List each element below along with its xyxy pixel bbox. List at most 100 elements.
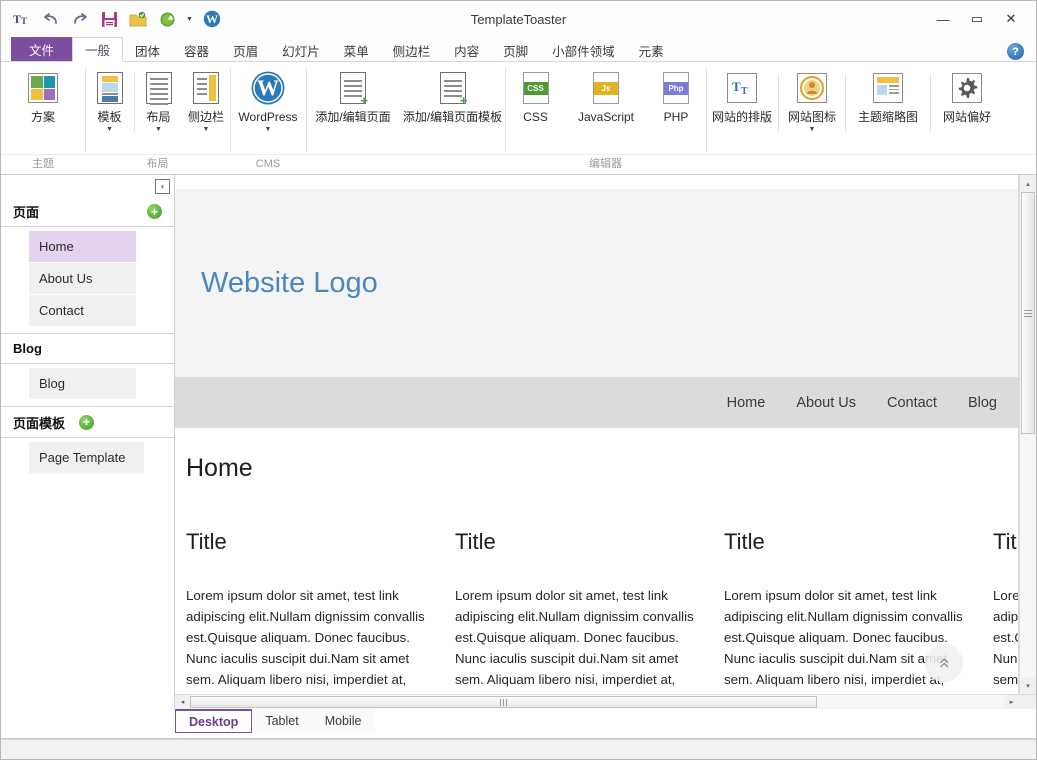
tab-sidebar[interactable]: 侧边栏 <box>381 38 443 62</box>
ribbon-item-scheme[interactable]: 方案 <box>1 68 85 124</box>
sidebar-item-about-us[interactable]: About Us <box>29 263 136 295</box>
horizontal-scroll-track[interactable] <box>190 695 1004 709</box>
add-page-button[interactable]: + <box>147 204 162 219</box>
ribbon-item-favicon[interactable]: 网站图标 ▼ <box>779 68 845 134</box>
scroll-to-top-icon[interactable]: « <box>925 644 963 682</box>
tab-menu[interactable]: 菜单 <box>332 38 381 62</box>
ribbon-item-label: WordPress <box>238 110 297 124</box>
column-body[interactable]: Lorem ipsum dolor sit amet, test link ad… <box>455 585 710 694</box>
vertical-scroll-thumb[interactable] <box>1021 192 1035 434</box>
wordpress-icon: W <box>250 70 286 106</box>
preview-row: Website Logo Home About Us Contact Blog … <box>175 175 1036 694</box>
ribbon-item-label: 添加/编辑页面 <box>315 110 390 124</box>
column-title[interactable]: Title <box>455 529 710 555</box>
ribbon-item-label: JavaScript <box>578 110 634 124</box>
redo-icon[interactable] <box>69 8 91 30</box>
wordpress-icon[interactable]: W <box>201 8 223 30</box>
ribbon-item-add-edit-page-template[interactable]: + 添加/编辑页面模板 <box>400 68 505 124</box>
site-nav[interactable]: Home About Us Contact Blog <box>175 377 1019 428</box>
tab-general[interactable]: 一般 <box>72 37 123 62</box>
tab-header[interactable]: 页眉 <box>221 38 270 62</box>
column-title[interactable]: Title <box>724 529 979 555</box>
css-icon: CSS <box>523 70 549 106</box>
device-tab-tablet[interactable]: Tablet <box>252 709 311 733</box>
column-title[interactable]: Title <box>186 529 441 555</box>
font-size-icon[interactable]: T T <box>11 8 33 30</box>
sidebar-section-pages: 页面 + <box>1 197 174 227</box>
column-body[interactable]: Lorem ipsum dolor sit amet, test link ad… <box>993 585 1019 694</box>
scroll-left-button[interactable]: ◂ <box>175 695 190 709</box>
content-column[interactable]: Title Lorem ipsum dolor sit amet, test l… <box>993 529 1019 694</box>
chevron-down-icon[interactable]: ▼ <box>106 125 113 134</box>
chevron-down-icon[interactable]: ▼ <box>155 125 162 134</box>
browser-dropdown-caret-icon[interactable]: ▼ <box>185 8 194 30</box>
tab-footer[interactable]: 页脚 <box>491 38 540 62</box>
ribbon-item-php[interactable]: Php PHP <box>646 68 706 124</box>
page-title[interactable]: Home <box>186 454 1019 483</box>
sidebar-item-blog[interactable]: Blog <box>29 368 136 400</box>
minimize-button[interactable]: — <box>926 4 960 34</box>
ribbon-item-css[interactable]: CSS CSS <box>505 68 566 124</box>
tab-group[interactable]: 团体 <box>123 38 172 62</box>
main-area: ‹ 页面 + Home About Us Contact Blog Blog 页… <box>1 175 1036 709</box>
sidebar-item-home[interactable]: Home <box>29 231 136 263</box>
site-nav-blog[interactable]: Blog <box>968 395 997 411</box>
tab-widget-areas[interactable]: 小部件领域 <box>540 38 627 62</box>
maximize-button[interactable]: ▭ <box>960 4 994 34</box>
ribbon-item-label: 侧边栏 <box>188 110 224 124</box>
preview-pane: Website Logo Home About Us Contact Blog … <box>175 175 1036 709</box>
horizontal-scroll-thumb[interactable] <box>190 696 817 708</box>
svg-text:T: T <box>13 12 21 26</box>
help-icon[interactable]: ? <box>1007 43 1024 60</box>
svg-text:W: W <box>206 12 218 26</box>
ribbon-item-sidebar[interactable]: 侧边栏 ▼ <box>182 68 230 134</box>
tab-content[interactable]: 内容 <box>442 38 491 62</box>
sidebar-pages-list: Home About Us Contact <box>1 227 174 334</box>
site-nav-about-us[interactable]: About Us <box>796 395 856 411</box>
chevron-down-icon[interactable]: ▼ <box>809 125 816 134</box>
site-nav-contact[interactable]: Contact <box>887 395 937 411</box>
column-body[interactable]: Lorem ipsum dolor sit amet, test link ad… <box>186 585 441 694</box>
ribbon-item-theme-thumbnail[interactable]: 主题缩略图 <box>846 68 930 124</box>
tab-elements[interactable]: 元素 <box>627 38 676 62</box>
content-column[interactable]: Title Lorem ipsum dolor sit amet, test l… <box>455 529 724 694</box>
vertical-scroll-track[interactable] <box>1020 192 1036 677</box>
add-page-template-button[interactable]: + <box>79 415 94 430</box>
content-column[interactable]: Title Lorem ipsum dolor sit amet, test l… <box>186 529 455 694</box>
column-title[interactable]: Title <box>993 529 1019 555</box>
scroll-down-button[interactable]: ▾ <box>1020 677 1036 694</box>
tab-file[interactable]: 文件 <box>11 37 72 62</box>
preview-horizontal-scrollbar[interactable]: ◂ ▸ <box>175 694 1036 709</box>
close-button[interactable]: ✕ <box>994 4 1028 34</box>
ribbon-item-site-typography[interactable]: T T 网站的排版 <box>706 68 778 124</box>
device-tab-mobile[interactable]: Mobile <box>312 709 375 733</box>
tab-slideshow[interactable]: 幻灯片 <box>270 38 332 62</box>
preview-vertical-scrollbar[interactable]: ▴ ▾ <box>1019 175 1036 694</box>
chevron-down-icon[interactable]: ▼ <box>265 125 272 134</box>
undo-icon[interactable] <box>40 8 62 30</box>
ribbon-item-add-edit-page[interactable]: + 添加/编辑页面 <box>306 68 400 124</box>
ribbon-item-wordpress[interactable]: W WordPress ▼ <box>230 68 306 134</box>
tab-container[interactable]: 容器 <box>172 38 221 62</box>
sidebar-item-contact[interactable]: Contact <box>29 295 136 327</box>
site-preferences-icon <box>952 70 982 106</box>
site-logo[interactable]: Website Logo <box>201 267 378 300</box>
ribbon-item-site-preferences[interactable]: 网站偏好 <box>931 68 1003 124</box>
scroll-grip-icon <box>500 699 507 706</box>
preview-canvas[interactable]: Website Logo Home About Us Contact Blog … <box>175 175 1019 694</box>
scroll-up-button[interactable]: ▴ <box>1020 175 1036 192</box>
save-icon[interactable] <box>98 8 120 30</box>
scroll-right-button[interactable]: ▸ <box>1004 695 1019 709</box>
site-nav-home[interactable]: Home <box>727 395 766 411</box>
ribbon-item-template[interactable]: 模板 ▼ <box>85 68 134 134</box>
collapse-sidebar-button[interactable]: ‹ <box>155 179 170 194</box>
open-folder-icon[interactable] <box>127 8 149 30</box>
chevron-down-icon[interactable]: ▼ <box>203 125 210 134</box>
ribbon-item-layout[interactable]: 布局 ▼ <box>135 68 182 134</box>
browser-preview-icon[interactable] <box>156 8 178 30</box>
site-header[interactable]: Website Logo <box>175 189 1019 377</box>
svg-text:T: T <box>21 16 27 26</box>
device-tab-desktop[interactable]: Desktop <box>175 709 252 733</box>
sidebar-item-page-template[interactable]: Page Template <box>29 442 144 474</box>
ribbon-item-javascript[interactable]: Js JavaScript <box>566 68 646 124</box>
